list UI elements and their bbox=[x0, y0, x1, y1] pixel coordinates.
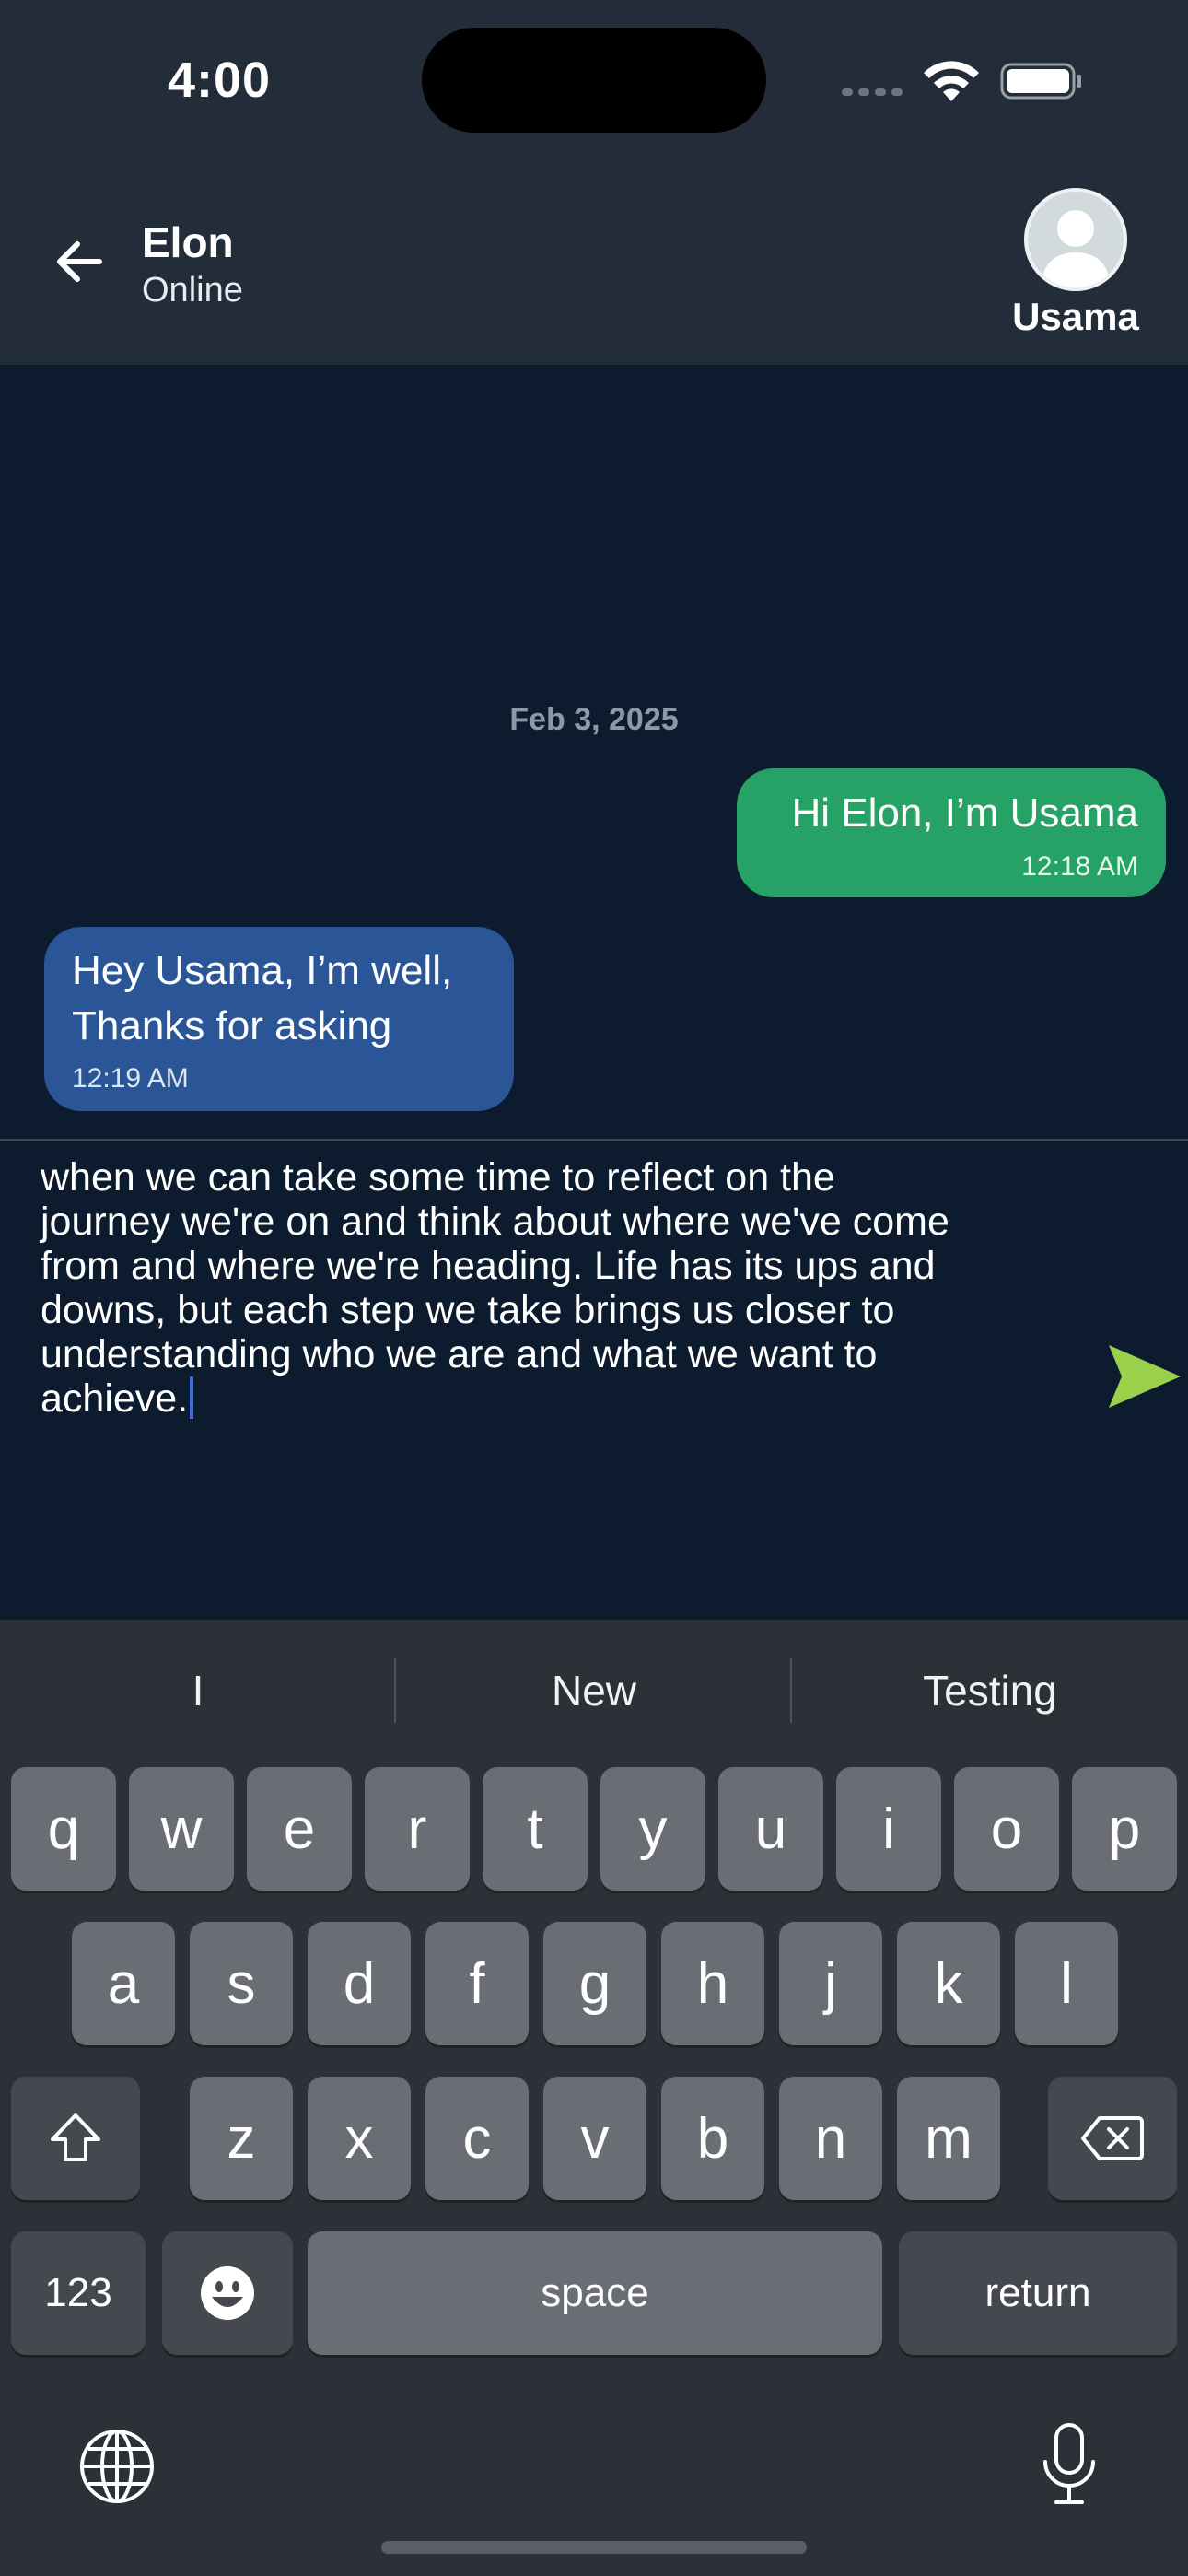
key-g[interactable]: g bbox=[543, 1922, 646, 2045]
backspace-icon bbox=[1081, 2116, 1144, 2160]
emoji-icon bbox=[201, 2266, 254, 2320]
key-t[interactable]: t bbox=[483, 1767, 588, 1891]
dynamic-island bbox=[422, 28, 766, 133]
cellular-signal-icon bbox=[842, 85, 906, 98]
key-v[interactable]: v bbox=[543, 2077, 646, 2200]
battery-icon bbox=[1000, 63, 1081, 100]
suggestion-3[interactable]: Testing bbox=[792, 1666, 1188, 1715]
key-f[interactable]: f bbox=[425, 1922, 529, 2045]
message-text: Hi Elon, I’m Usama bbox=[791, 790, 1138, 836]
key-q[interactable]: q bbox=[11, 1767, 116, 1891]
delete-key[interactable] bbox=[1048, 2077, 1177, 2200]
key-l[interactable]: l bbox=[1015, 1922, 1118, 2045]
status-bar: 4:00 bbox=[0, 0, 1188, 157]
on-screen-keyboard: I New Testing q w e r t y u i o p a s d … bbox=[0, 1620, 1188, 2576]
key-d[interactable]: d bbox=[308, 1922, 411, 2045]
message-input-value: when we can take some time to reflect on… bbox=[41, 1155, 949, 1421]
key-r[interactable]: r bbox=[365, 1767, 470, 1891]
emoji-key[interactable] bbox=[162, 2231, 293, 2355]
key-h[interactable]: h bbox=[661, 1922, 764, 2045]
return-key[interactable]: return bbox=[899, 2231, 1177, 2355]
key-z[interactable]: z bbox=[190, 2077, 293, 2200]
avatar[interactable] bbox=[1024, 188, 1127, 291]
key-o[interactable]: o bbox=[954, 1767, 1059, 1891]
key-s[interactable]: s bbox=[190, 1922, 293, 2045]
key-j[interactable]: j bbox=[779, 1922, 882, 2045]
message-time: 12:18 AM bbox=[1021, 851, 1138, 882]
key-k[interactable]: k bbox=[897, 1922, 1000, 2045]
contact-status: Online bbox=[142, 271, 243, 310]
message-list[interactable]: Feb 3, 2025 Hi Elon, I’m Usama 12:18 AM … bbox=[0, 365, 1188, 1139]
key-a[interactable]: a bbox=[72, 1922, 175, 2045]
space-key[interactable]: space bbox=[308, 2231, 882, 2355]
date-separator: Feb 3, 2025 bbox=[509, 702, 679, 737]
key-m[interactable]: m bbox=[897, 2077, 1000, 2200]
suggestion-2[interactable]: New bbox=[396, 1666, 792, 1715]
key-i[interactable]: i bbox=[836, 1767, 941, 1891]
key-x[interactable]: x bbox=[308, 2077, 411, 2200]
suggestion-1[interactable]: I bbox=[0, 1666, 396, 1715]
wifi-icon bbox=[924, 61, 979, 101]
microphone-icon[interactable] bbox=[1039, 2421, 1100, 2508]
key-c[interactable]: c bbox=[425, 2077, 529, 2200]
chat-header: Elon Online Usama bbox=[0, 157, 1188, 365]
message-composer: when we can take some time to reflect on… bbox=[0, 1139, 1188, 1620]
shift-icon bbox=[51, 2113, 100, 2161]
message-text: Hey Usama, I’m well, Thanks for asking bbox=[72, 948, 453, 1048]
status-time: 4:00 bbox=[168, 53, 272, 108]
current-user-name: Usama bbox=[1012, 295, 1139, 338]
key-b[interactable]: b bbox=[661, 2077, 764, 2200]
home-indicator[interactable] bbox=[381, 2541, 807, 2554]
message-input[interactable]: when we can take some time to reflect on… bbox=[41, 1155, 1090, 1421]
key-e[interactable]: e bbox=[247, 1767, 352, 1891]
globe-icon[interactable] bbox=[77, 2427, 157, 2506]
contact-name[interactable]: Elon bbox=[142, 217, 234, 267]
text-caret bbox=[190, 1376, 194, 1419]
key-n[interactable]: n bbox=[779, 2077, 882, 2200]
person-placeholder-icon bbox=[1041, 210, 1111, 287]
shift-key[interactable] bbox=[11, 2077, 140, 2200]
outgoing-message-bubble[interactable]: Hi Elon, I’m Usama 12:18 AM bbox=[737, 768, 1166, 897]
arrow-left-icon[interactable] bbox=[52, 234, 107, 289]
key-y[interactable]: y bbox=[600, 1767, 705, 1891]
key-u[interactable]: u bbox=[718, 1767, 823, 1891]
message-time: 12:19 AM bbox=[72, 1063, 189, 1094]
send-arrow-icon[interactable] bbox=[1107, 1343, 1182, 1410]
key-p[interactable]: p bbox=[1072, 1767, 1177, 1891]
key-w[interactable]: w bbox=[129, 1767, 234, 1891]
numbers-key[interactable]: 123 bbox=[11, 2231, 146, 2355]
incoming-message-bubble[interactable]: Hey Usama, I’m well, Thanks for asking 1… bbox=[44, 927, 514, 1111]
